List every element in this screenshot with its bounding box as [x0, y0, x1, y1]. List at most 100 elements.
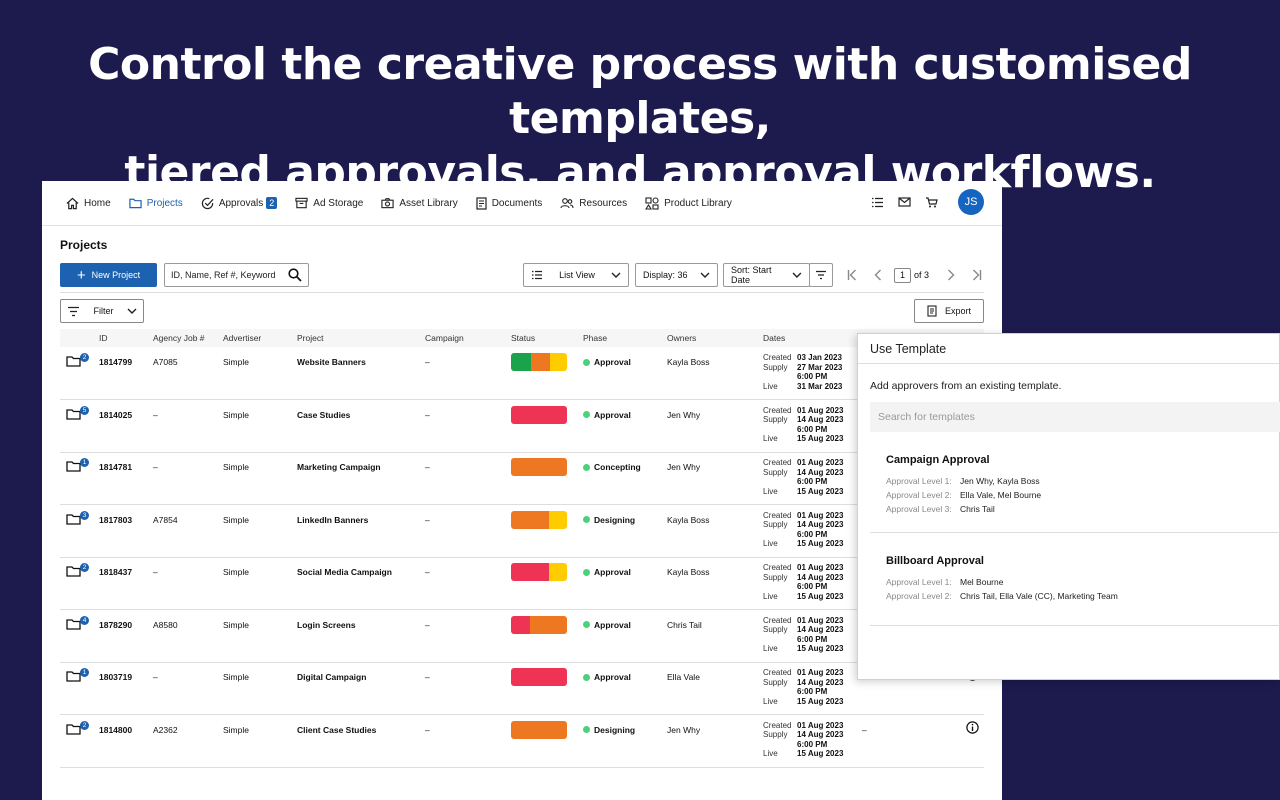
status-bar	[511, 615, 567, 634]
cell-id: 1803719	[99, 672, 133, 682]
nav-label: Ad Storage	[313, 197, 364, 209]
search-input[interactable]: ID, Name, Ref #, Keyword	[164, 263, 309, 287]
phase-dot-icon	[583, 568, 590, 576]
chevron-down-icon	[700, 272, 710, 278]
cell-id: 1814800	[99, 724, 133, 735]
status-segment	[511, 353, 532, 371]
cell-campaign: –	[425, 724, 430, 735]
display-select[interactable]: Display: 36	[635, 263, 718, 287]
project-folder-icon[interactable]: 1	[66, 458, 89, 474]
cell-project[interactable]: Marketing Campaign	[297, 462, 381, 472]
cell-project[interactable]: Client Case Studies	[297, 725, 376, 735]
view-select[interactable]: List View	[523, 263, 629, 287]
cell-phase: Approval	[583, 567, 631, 577]
phase-dot-icon	[583, 411, 590, 418]
cell-owner: Jen Why	[667, 409, 701, 420]
live-date: 15 Aug 2023	[797, 486, 844, 496]
status-bar	[511, 510, 567, 529]
date-label: Supply	[763, 467, 788, 477]
user-avatar[interactable]: JS	[958, 189, 984, 215]
mail-icon[interactable]	[898, 197, 911, 207]
nav-item-approvals[interactable]: Approvals 2	[201, 197, 278, 210]
table-row[interactable]: 3 1817803 A7854 Simple LinkedIn Banners – Desi…	[60, 505, 984, 558]
nav-item-projects[interactable]: Projects	[129, 197, 183, 209]
col-owners[interactable]: Owners	[667, 333, 696, 343]
cell-dates: Created 01 Aug 2023 Supply 14 Aug 2023 6:00 …	[763, 406, 843, 444]
project-folder-icon[interactable]: 2	[66, 720, 89, 737]
col-phase[interactable]: Phase	[583, 333, 607, 343]
supply-time: 6:00 PM	[797, 477, 828, 487]
cell-project[interactable]: Social Media Campaign	[297, 567, 392, 577]
cell-project[interactable]: LinkedIn Banners	[297, 515, 368, 525]
export-button[interactable]: Export	[914, 299, 984, 323]
col-advertiser[interactable]: Advertiser	[223, 333, 261, 343]
cell-project[interactable]: Website Banners	[297, 357, 366, 367]
prev-page-icon[interactable]	[868, 265, 888, 285]
status-bar	[511, 720, 567, 739]
project-folder-icon[interactable]: 3	[66, 510, 89, 527]
cell-project[interactable]: Digital Campaign	[297, 672, 366, 682]
cell-campaign: –	[425, 672, 430, 682]
nav-item-product-library[interactable]: Product Library	[645, 196, 732, 210]
nav-item-ad-storage[interactable]: Ad Storage	[295, 197, 363, 209]
nav-item-home[interactable]: Home	[66, 197, 111, 210]
col-id[interactable]: ID	[99, 333, 108, 343]
template-search-input[interactable]: Search for templates	[870, 402, 1280, 432]
table-row[interactable]: 4 1878290 A8580 Simple Login Screens – Approva…	[60, 610, 984, 663]
sort-order-button[interactable]	[809, 263, 833, 287]
col-campaign[interactable]: Campaign	[425, 333, 464, 343]
cell-project[interactable]: Case Studies	[297, 410, 350, 420]
cell-advertiser: Simple	[223, 462, 249, 472]
list-icon[interactable]	[871, 197, 884, 208]
cell-owner: Chris Tail	[667, 619, 702, 630]
chevron-down-icon	[127, 308, 137, 314]
supply-time: 6:00 PM	[797, 739, 828, 749]
last-page-icon[interactable]	[967, 265, 987, 285]
col-agency-job[interactable]: Agency Job #	[153, 333, 205, 343]
nav-item-documents[interactable]: Documents	[476, 196, 542, 210]
nav-item-resources[interactable]: Resources	[560, 197, 627, 209]
cell-project[interactable]: Login Screens	[297, 620, 356, 630]
col-project[interactable]: Project	[297, 333, 323, 343]
template-card-billboard-approval[interactable]: Billboard Approval Approval Level 1: Mel…	[870, 533, 1280, 626]
table-row[interactable]: 5 1814025 – Simple Case Studies – Approval Jen …	[60, 400, 984, 453]
project-folder-icon[interactable]: 2	[66, 353, 89, 369]
table-row[interactable]: 2 1814800 A2362 Simple Client Case Studies – D…	[60, 715, 984, 768]
cell-extra: –	[862, 724, 867, 735]
project-folder-icon[interactable]: 5	[66, 405, 89, 422]
date-label: Supply	[763, 362, 788, 372]
panel-title: Use Template	[858, 334, 1279, 364]
created-date: 01 Aug 2023	[797, 405, 844, 415]
nav-item-asset-library[interactable]: Asset Library	[381, 197, 458, 209]
table-row[interactable]: 1 1803719 – Simple Digital Campaign – Approval…	[60, 662, 984, 715]
col-status[interactable]: Status	[511, 333, 535, 343]
project-folder-icon[interactable]: 2	[66, 563, 89, 579]
date-label: Created	[763, 458, 792, 467]
template-card-campaign-approval[interactable]: Campaign Approval Approval Level 1: Jen …	[870, 432, 1280, 533]
table-row[interactable]: 2 1814799 A7085 Simple Website Banners – Appro…	[60, 347, 984, 400]
project-folder-icon[interactable]: 1	[66, 668, 89, 684]
cell-owner: Jen Why	[667, 724, 701, 735]
new-project-button[interactable]: + New Project	[60, 263, 157, 287]
sort-select[interactable]: Sort: Start Date	[723, 263, 810, 287]
phase-dot-icon	[583, 726, 590, 733]
created-date: 01 Aug 2023	[797, 458, 844, 467]
phase-label: Approval	[594, 567, 631, 577]
pagination: 1 of 3	[842, 265, 993, 285]
project-folder-icon[interactable]: 4	[66, 615, 89, 632]
cart-icon[interactable]	[925, 196, 938, 208]
level-value: Ella Vale, Mel Bourne	[960, 490, 1042, 500]
supply-date: 14 Aug 2023	[797, 572, 844, 582]
next-page-icon[interactable]	[941, 265, 961, 285]
view-select-value: List View	[559, 270, 595, 280]
table-row[interactable]: 2 1818437 – Simple Social Media Campaign – App…	[60, 557, 984, 610]
col-dates[interactable]: Dates	[763, 333, 785, 343]
page-number-input[interactable]: 1	[894, 267, 911, 283]
filter-button[interactable]: Filter	[60, 299, 144, 323]
date-label: Live	[763, 696, 778, 706]
first-page-icon[interactable]	[842, 265, 862, 285]
level-label: Approval Level 2:	[886, 591, 952, 601]
info-icon[interactable]	[966, 720, 979, 736]
level-value: Chris Tail, Ella Vale (CC), Marketing Te…	[960, 591, 1118, 601]
table-row[interactable]: 1 1814781 – Simple Marketing Campaign – Concep…	[60, 452, 984, 505]
